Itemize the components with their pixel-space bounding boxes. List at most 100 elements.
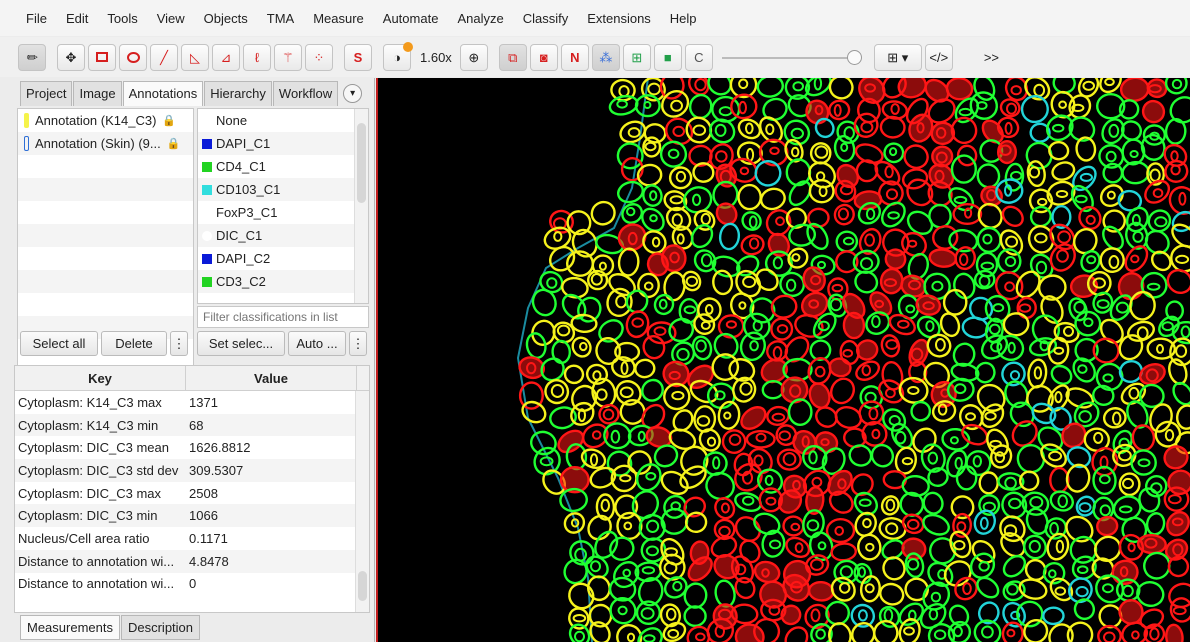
value-cell: 1066 bbox=[189, 508, 218, 524]
tab-project[interactable]: Project bbox=[20, 81, 73, 106]
value-cell: 68 bbox=[189, 417, 204, 433]
list-item[interactable]: Annotation (K14_C3) 🔒 bbox=[18, 109, 193, 132]
annotation-color-icon bbox=[24, 136, 29, 151]
classification-list[interactable]: None DAPI_C1 CD4_C1 CD103_C1 FoxP3_C1 DI… bbox=[197, 108, 369, 304]
show-connections-button[interactable]: C bbox=[684, 43, 713, 71]
classification-item[interactable]: FoxP3_C1 bbox=[198, 201, 368, 224]
show-tma-grid-button[interactable]: ⁂ bbox=[591, 43, 620, 71]
value-cell: 1626.8812 bbox=[189, 440, 251, 456]
brush-tool-button[interactable]: ✎ bbox=[18, 43, 46, 71]
classification-scrollbar[interactable] bbox=[354, 109, 368, 303]
cell-detections bbox=[518, 78, 1190, 642]
move-icon: ✥ bbox=[65, 49, 77, 65]
set-selected-button[interactable]: Set selec... bbox=[197, 331, 285, 356]
menu-file[interactable]: File bbox=[26, 11, 47, 26]
list-item[interactable]: Annotation (Skin) (9... 🔒 bbox=[18, 132, 193, 155]
class-color-swatch bbox=[202, 184, 212, 195]
opacity-slider[interactable] bbox=[721, 44, 862, 71]
menu-tools[interactable]: Tools bbox=[107, 11, 137, 26]
zoom-to-fit-button[interactable]: ⊕ bbox=[459, 43, 488, 71]
notification-dot bbox=[403, 41, 413, 52]
measurements-table[interactable]: Key Value Cytoplasm: K14_C3 max 1371 Cyto… bbox=[14, 365, 370, 613]
table-row[interactable]: Cytoplasm: K14_C3 max 1371 bbox=[15, 391, 369, 414]
menu-view[interactable]: View bbox=[157, 11, 185, 26]
selection-mode-button[interactable]: S bbox=[344, 43, 372, 71]
polyline-tool-button[interactable]: ⊿ bbox=[212, 43, 240, 71]
move-tool-button[interactable]: ✥ bbox=[57, 43, 85, 71]
brush-icon: ✎ bbox=[22, 47, 42, 67]
menu-tma[interactable]: TMA bbox=[267, 11, 294, 26]
ellipse-tool-button[interactable] bbox=[119, 43, 147, 71]
key-cell: Distance to annotation wi... bbox=[18, 576, 175, 592]
show-annotations-button[interactable]: ⧉ bbox=[498, 43, 527, 71]
select-all-button[interactable]: Select all bbox=[20, 331, 98, 356]
points-icon: ⁘ bbox=[313, 49, 325, 65]
value-column-header[interactable]: Value bbox=[186, 366, 357, 390]
menu-edit[interactable]: Edit bbox=[66, 11, 88, 26]
classification-options-button[interactable]: ⋮ bbox=[349, 331, 367, 356]
menu-classify[interactable]: Classify bbox=[523, 11, 569, 26]
menu-automate[interactable]: Automate bbox=[383, 11, 439, 26]
image-viewer[interactable] bbox=[376, 78, 1190, 642]
value-cell: 309.5307 bbox=[189, 462, 244, 478]
points-tool-button[interactable]: ⁘ bbox=[305, 43, 333, 71]
key-column-header[interactable]: Key bbox=[15, 366, 186, 390]
key-cell: Cytoplasm: DIC_C3 min bbox=[18, 508, 158, 524]
class-label: DAPI_C1 bbox=[216, 136, 271, 151]
classification-item[interactable]: DIC_C1 bbox=[198, 224, 368, 247]
toolbar: ✎ ✥ ╱ ◺ ⊿ ℓ ⚚ ⁘ S ◑ 1.60x ⊕ ⧉ ◙ N ⁂ ⊞ ■ … bbox=[0, 37, 1190, 77]
tabs-dropdown-icon[interactable]: ▾ bbox=[343, 84, 363, 103]
classification-item[interactable]: DAPI_C2 bbox=[198, 247, 368, 270]
filter-classifications-input[interactable] bbox=[197, 306, 369, 328]
table-row[interactable]: Cytoplasm: DIC_C3 min 1066 bbox=[15, 504, 369, 528]
toolbar-overflow-icon[interactable]: >> bbox=[984, 50, 999, 65]
menu-help[interactable]: Help bbox=[670, 11, 697, 26]
measurement-table-button[interactable]: ⊞ ▾ bbox=[873, 43, 922, 71]
left-panel: Project Image Annotations Hierarchy Work… bbox=[0, 78, 375, 642]
annotation-options-button[interactable]: ⋮ bbox=[170, 331, 188, 356]
fill-detections-button[interactable]: ■ bbox=[653, 43, 682, 71]
menu-analyze[interactable]: Analyze bbox=[457, 11, 503, 26]
auto-set-button[interactable]: Auto ... bbox=[288, 331, 346, 356]
key-cell: Cytoplasm: K14_C3 min bbox=[18, 417, 159, 433]
slider-thumb[interactable] bbox=[846, 49, 862, 65]
tab-description[interactable]: Description bbox=[120, 615, 201, 640]
classification-item[interactable]: CD4_C1 bbox=[198, 155, 368, 178]
fill-annotations-button[interactable]: ◙ bbox=[529, 43, 558, 71]
rectangle-tool-button[interactable] bbox=[88, 43, 116, 71]
script-editor-button[interactable]: </> bbox=[924, 43, 953, 71]
class-color-swatch bbox=[202, 253, 212, 264]
brush-annotation-button[interactable]: ℓ bbox=[243, 43, 271, 71]
wand-tool-button[interactable]: ⚚ bbox=[274, 43, 302, 71]
delete-button[interactable]: Delete bbox=[101, 331, 167, 356]
classification-item[interactable]: CD3_C2 bbox=[198, 270, 368, 293]
table-row[interactable]: Cytoplasm: DIC_C3 mean 1626.8812 bbox=[15, 436, 369, 459]
tab-measurements[interactable]: Measurements bbox=[20, 615, 120, 640]
table-row[interactable]: Nucleus/Cell area ratio 0.1171 bbox=[15, 527, 369, 550]
menu-measure[interactable]: Measure bbox=[313, 11, 364, 26]
table-body: Cytoplasm: K14_C3 max 1371 Cytoplasm: K14… bbox=[15, 391, 369, 595]
table-scrollbar[interactable] bbox=[355, 391, 369, 612]
tab-workflow[interactable]: Workflow bbox=[272, 81, 339, 106]
tab-annotations[interactable]: Annotations bbox=[122, 81, 204, 106]
line-tool-button[interactable]: ╱ bbox=[150, 43, 178, 71]
polygon-tool-button[interactable]: ◺ bbox=[181, 43, 209, 71]
classification-item[interactable]: DAPI_C1 bbox=[198, 132, 368, 155]
annotation-label: Annotation (Skin) (9... bbox=[35, 136, 161, 151]
menu-objects[interactable]: Objects bbox=[204, 11, 248, 26]
table-row[interactable]: Distance to annotation wi... 4.8478 bbox=[15, 549, 369, 573]
tab-hierarchy[interactable]: Hierarchy bbox=[204, 81, 272, 106]
tab-image[interactable]: Image bbox=[73, 81, 122, 106]
tissue-image[interactable] bbox=[378, 78, 1190, 642]
brightness-contrast-button[interactable]: ◑ bbox=[383, 41, 413, 71]
show-names-button[interactable]: N bbox=[560, 43, 589, 71]
table-row[interactable]: Cytoplasm: DIC_C3 std dev 309.5307 bbox=[15, 459, 369, 482]
table-icon: ⊞ ▾ bbox=[887, 49, 909, 65]
classification-item[interactable]: CD103_C1 bbox=[198, 178, 368, 201]
table-row[interactable]: Distance to annotation wi... 0 bbox=[15, 573, 369, 596]
show-detections-button[interactable]: ⊞ bbox=[622, 43, 651, 71]
table-row[interactable]: Cytoplasm: DIC_C3 max 2508 bbox=[15, 482, 369, 505]
table-row[interactable]: Cytoplasm: K14_C3 min 68 bbox=[15, 413, 369, 437]
classification-item[interactable]: None bbox=[198, 109, 368, 132]
menu-extensions[interactable]: Extensions bbox=[587, 11, 651, 26]
